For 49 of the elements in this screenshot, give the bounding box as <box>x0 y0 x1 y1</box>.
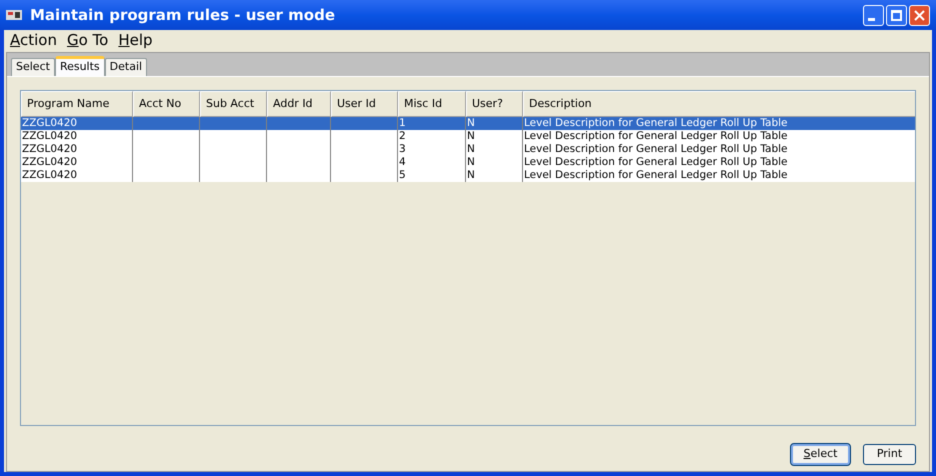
maximize-icon <box>891 10 902 20</box>
column-header[interactable]: Acct No <box>133 91 200 117</box>
table-cell: ZZGL0420 <box>22 143 78 155</box>
table-row[interactable]: ZZGL0420 1 N Level Description for General Ledger Roll Up Table <box>21 117 915 130</box>
close-icon <box>914 10 925 20</box>
app-icon <box>6 8 22 22</box>
column-header[interactable]: User? <box>466 91 523 117</box>
table-cell: Level Description for General Ledger Roll Up Table <box>524 143 788 155</box>
table-cell: ZZGL0420 <box>22 169 78 181</box>
table-cell: 4 <box>399 156 406 168</box>
menu-item[interactable]: Help <box>118 29 153 52</box>
table-cell: N <box>467 169 475 181</box>
minimize-button[interactable] <box>863 4 884 26</box>
table-cell: Level Description for General Ledger Roll Up Table <box>524 117 788 129</box>
tab[interactable]: Results <box>54 56 105 76</box>
dialog-button[interactable]: Print <box>863 444 916 465</box>
column-header[interactable]: Sub Acct <box>200 91 267 117</box>
table-cell: N <box>467 130 475 142</box>
tab[interactable]: Select <box>11 58 55 76</box>
table-cell: ZZGL0420 <box>22 117 78 129</box>
table-row[interactable]: ZZGL0420 2 N Level Description for General Ledger Roll Up Table <box>21 130 915 143</box>
table-cell: Level Description for General Ledger Roll Up Table <box>524 130 788 142</box>
table-cell: 5 <box>399 169 406 181</box>
maximize-button[interactable] <box>886 4 907 26</box>
column-header[interactable]: Addr Id <box>267 91 331 117</box>
table-cell: 1 <box>399 117 406 129</box>
menu-item[interactable]: Action <box>10 29 57 52</box>
dialog-button[interactable]: Select <box>791 444 850 465</box>
table-cell: N <box>467 143 475 155</box>
table-cell: 2 <box>399 130 406 142</box>
table-cell: ZZGL0420 <box>22 130 78 142</box>
column-header[interactable]: Program Name <box>21 91 133 117</box>
table-cell: 3 <box>399 143 406 155</box>
table-cell: N <box>467 117 475 129</box>
minimize-icon <box>868 18 875 20</box>
column-header[interactable]: User Id <box>331 91 398 117</box>
tab[interactable]: Detail <box>104 58 148 76</box>
table-cell: ZZGL0420 <box>22 156 78 168</box>
column-header[interactable]: Description <box>523 91 915 117</box>
menu-item[interactable]: Go To <box>66 29 108 52</box>
table-cell: N <box>467 156 475 168</box>
close-button[interactable] <box>909 4 930 26</box>
table-row[interactable]: ZZGL0420 5 N Level Description for General Ledger Roll Up Table <box>21 169 915 182</box>
table-cell: Level Description for General Ledger Roll Up Table <box>524 156 788 168</box>
table-row[interactable]: ZZGL0420 3 N Level Description for General Ledger Roll Up Table <box>21 143 915 156</box>
column-header[interactable]: Misc Id <box>398 91 466 117</box>
table-row[interactable]: ZZGL0420 4 N Level Description for General Ledger Roll Up Table <box>21 156 915 169</box>
window-title: Maintain program rules - user mode <box>30 4 335 26</box>
table-cell: Level Description for General Ledger Roll Up Table <box>524 169 788 181</box>
